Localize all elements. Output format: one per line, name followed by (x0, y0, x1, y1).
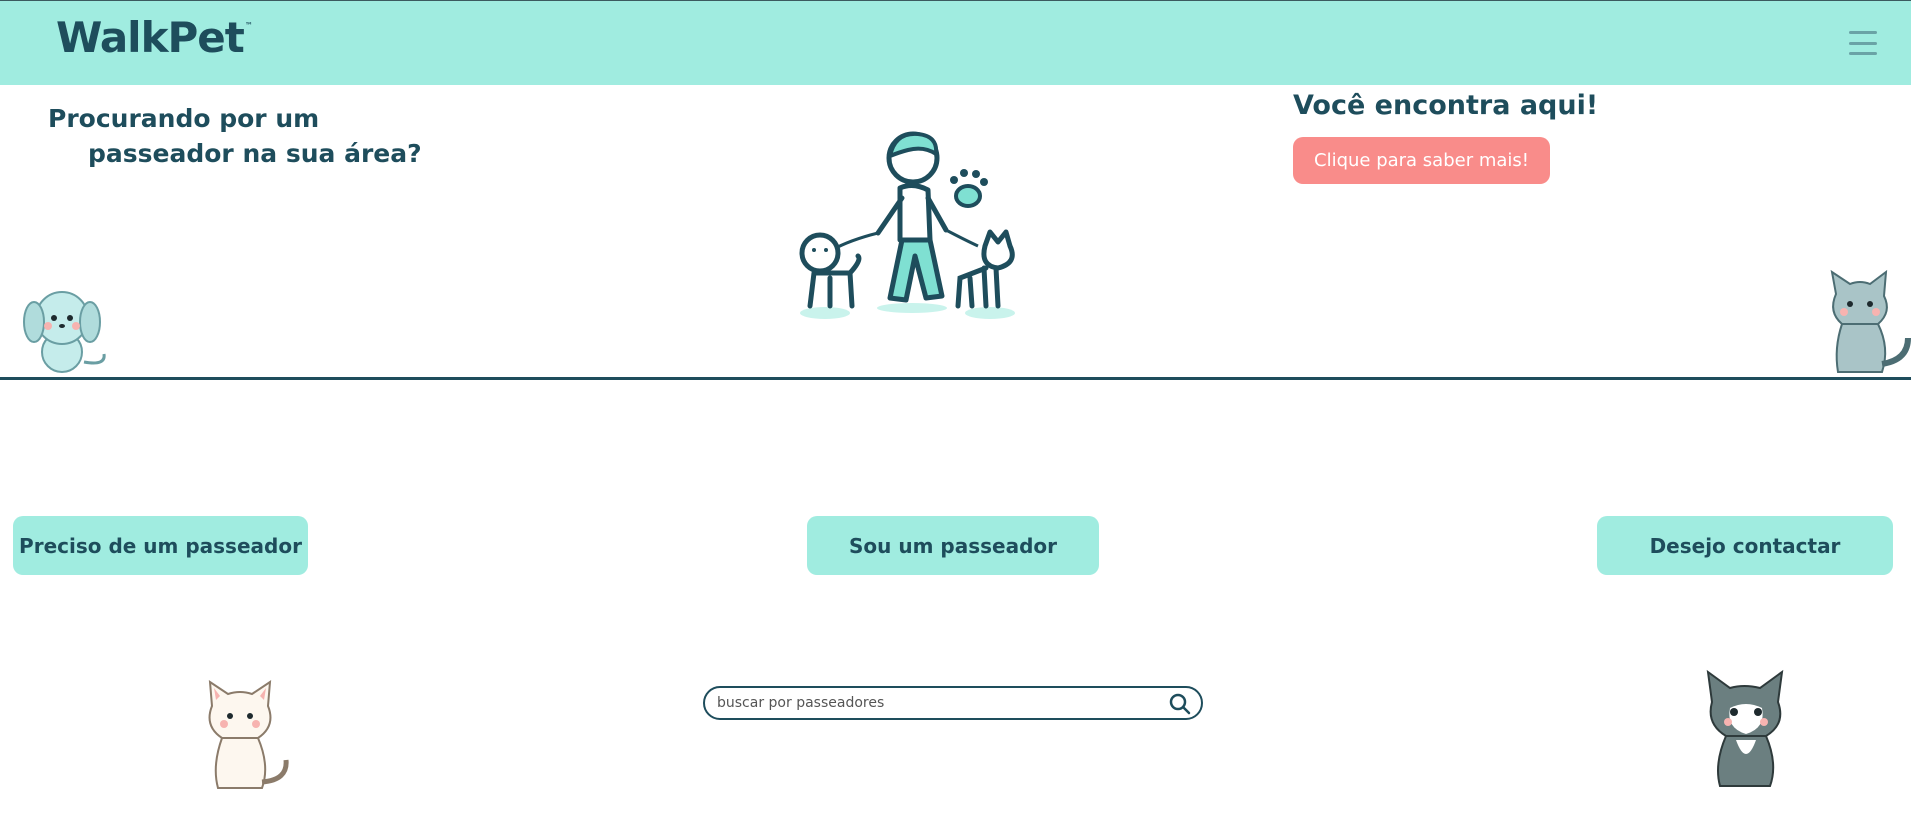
puppy-illustration (23, 291, 106, 373)
search-bar (703, 686, 1203, 720)
contact-button[interactable]: Desejo contactar (1597, 516, 1893, 575)
logo[interactable]: WalkPet™ (56, 13, 253, 62)
top-navbar: WalkPet™ (0, 0, 1911, 85)
logo-text: WalkPet (56, 13, 245, 62)
search-input[interactable] (717, 691, 1157, 715)
search-icon[interactable] (1169, 693, 1191, 715)
husky-puppy-illustration (1706, 669, 1784, 787)
hero-question-line1: Procurando por um (48, 104, 320, 133)
hero-right-title: Você encontra aqui! (1293, 90, 1599, 121)
am-walker-button[interactable]: Sou um passeador (807, 516, 1099, 575)
person-walking-pets-illustration (799, 131, 1015, 319)
hamburger-menu-icon[interactable] (1849, 31, 1877, 55)
hero-question-line2: passeador na sua área? (88, 139, 422, 168)
gray-cat-illustration (1830, 269, 1911, 373)
logo-trademark: ™ (244, 21, 253, 30)
need-walker-button[interactable]: Preciso de um passeador (13, 516, 308, 575)
learn-more-button[interactable]: Clique para saber mais! (1293, 137, 1550, 184)
cream-cat-illustration (208, 680, 289, 789)
